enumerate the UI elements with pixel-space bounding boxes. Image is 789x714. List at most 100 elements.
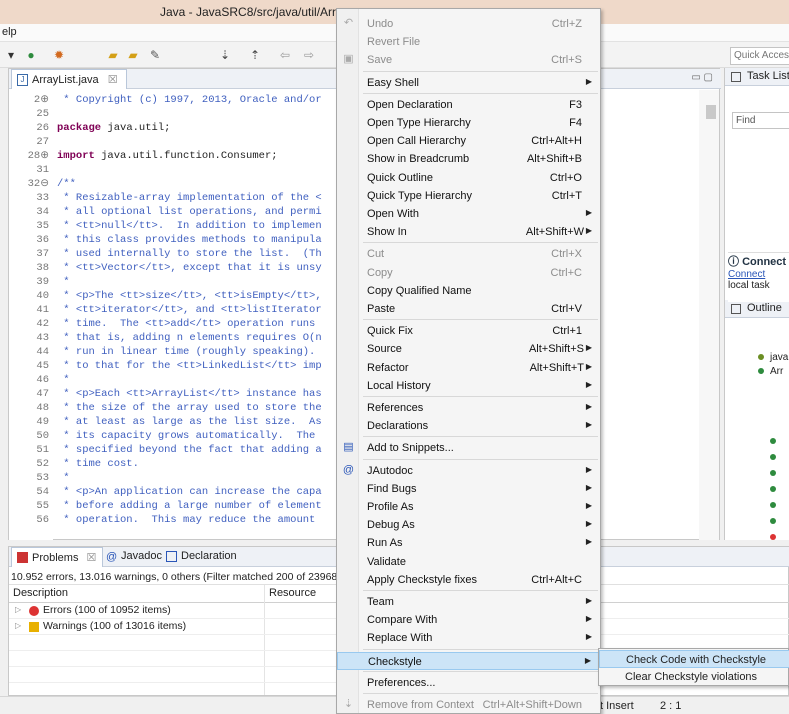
outline-java[interactable]: java xyxy=(770,352,788,363)
menu-item-jautodoc[interactable]: @ JAutodoc ▶ xyxy=(337,462,600,480)
submenu-arrow-icon: ▶ xyxy=(585,519,592,529)
remove-context-icon: ⇣ xyxy=(343,698,354,710)
tab-javadoc[interactable]: @ Javadoc xyxy=(101,547,168,567)
menu-item-label: Undo xyxy=(367,18,394,30)
menu-separator xyxy=(363,242,598,244)
tab-outline[interactable]: Outline xyxy=(725,300,789,318)
outline-label: Outline xyxy=(747,302,782,314)
menu-item-checkstyle[interactable]: Checkstyle ▶ xyxy=(337,651,600,670)
menu-item-preferences[interactable]: Preferences... xyxy=(337,674,600,692)
tab-arraylist[interactable]: J ArrayList.java ☒ xyxy=(11,69,127,89)
menu-item-run-as[interactable]: Run As ▶ xyxy=(337,534,600,552)
menu-item-label: Easy Shell xyxy=(367,76,419,89)
submenu-arrow-icon: ▶ xyxy=(585,596,592,605)
menu-item-cut[interactable]: Cut Ctrl+X xyxy=(337,245,600,263)
jautodoc-icon: @ xyxy=(342,463,355,476)
code-text: * xyxy=(57,472,70,484)
find-input[interactable]: Find xyxy=(732,112,789,129)
submenu-arrow-icon: ▶ xyxy=(584,655,591,665)
menu-item-find-bugs[interactable]: Find Bugs ▶ xyxy=(337,480,600,498)
vertical-scrollbar[interactable] xyxy=(699,90,719,540)
quick-access-input[interactable]: Quick Access xyxy=(730,47,789,65)
line-number: 28⊕ xyxy=(27,150,49,162)
expand-icon[interactable]: ▷ xyxy=(15,621,21,630)
line-number: 43 xyxy=(36,332,49,344)
menu-item-label: Add to Snippets... xyxy=(367,442,454,455)
annotation-prev-icon[interactable]: ⇡ xyxy=(246,47,264,63)
menu-item-label: Local History xyxy=(367,379,431,392)
menu-item-show-in[interactable]: Show In Alt+Shift+W ▶ xyxy=(337,223,600,241)
menu-item-copy-qualified-name[interactable]: Copy Qualified Name xyxy=(337,282,600,300)
menu-item-profile-as[interactable]: Profile As ▶ xyxy=(337,498,600,516)
menu-item-open-with[interactable]: Open With ▶ xyxy=(337,205,600,223)
menu-item-source[interactable]: Source Alt+Shift+S ▶ xyxy=(337,340,600,358)
menu-item-quick-type-hierarchy[interactable]: Quick Type Hierarchy Ctrl+T xyxy=(337,187,600,205)
col-resource[interactable]: Resource xyxy=(269,587,316,599)
menu-item-open-call-hierarchy[interactable]: Open Call Hierarchy Ctrl+Alt+H xyxy=(337,132,600,150)
code-text: * the size of the array used to store th… xyxy=(57,402,322,414)
menu-item-references[interactable]: References ▶ xyxy=(337,399,600,417)
back-icon[interactable]: ⇦ xyxy=(276,47,294,63)
menu-item-declarations[interactable]: Declarations ▶ xyxy=(337,417,600,435)
menu-item-label: Refactor xyxy=(367,361,409,374)
menu-item-validate[interactable]: Validate xyxy=(337,553,600,571)
menu-item-revert-file[interactable]: Revert File xyxy=(337,33,600,51)
run-icon[interactable]: ● xyxy=(22,47,40,63)
scrollbar-thumb[interactable] xyxy=(706,105,716,119)
menu-item-add-to-snippets[interactable]: ▤ Add to Snippets... xyxy=(337,439,600,457)
menu-item-open-declaration[interactable]: Open Declaration F3 xyxy=(337,96,600,114)
open-folder-icon[interactable]: ▰ xyxy=(104,47,122,63)
menu-item-show-in-breadcrumb[interactable]: Show in Breadcrumb Alt+Shift+B xyxy=(337,150,600,168)
minimize-maximize-icons[interactable]: ▭ ▢ xyxy=(691,72,713,83)
annotation-next-icon[interactable]: ⇣ xyxy=(216,47,234,63)
line-number: 47 xyxy=(36,388,49,400)
checkstyle-submenu: Check Code with Checkstyle Clear Checkst… xyxy=(598,648,789,686)
tab-problems[interactable]: Problems ☒ xyxy=(11,547,104,567)
close-icon[interactable]: ☒ xyxy=(87,552,97,564)
tab-problems-label: Problems xyxy=(32,552,79,564)
menu-item-save[interactable]: ▣ Save Ctrl+S xyxy=(337,51,600,69)
insert-mode: t Insert xyxy=(600,700,634,712)
menu-item-easy-shell[interactable]: Easy Shell ▶ xyxy=(337,74,600,92)
menu-item-label: Preferences... xyxy=(367,676,436,689)
menu-item-clear-violations[interactable]: Clear Checkstyle violations xyxy=(599,668,789,686)
menu-item-label: Cut xyxy=(367,248,385,261)
menu-item-apply-checkstyle-fixes[interactable]: Apply Checkstyle fixes Ctrl+Alt+C xyxy=(337,571,600,589)
outline-arr[interactable]: Arr xyxy=(770,366,783,377)
pencil-icon[interactable]: ✎ xyxy=(146,47,164,63)
forward-icon[interactable]: ⇨ xyxy=(300,47,318,63)
menu-help[interactable]: elp xyxy=(2,26,17,38)
menu-item-quick-outline[interactable]: Quick Outline Ctrl+O xyxy=(337,169,600,187)
menu-item-shortcut: Alt+Shift+B xyxy=(526,153,582,166)
line-number: 53 xyxy=(36,472,49,484)
menu-item-local-history[interactable]: Local History ▶ xyxy=(337,377,600,395)
menu-item-undo[interactable]: ↶ Undo Ctrl+Z xyxy=(337,15,600,33)
dropdown-arrow-icon[interactable]: ▾ xyxy=(2,47,20,63)
menu-item-paste[interactable]: Paste Ctrl+V xyxy=(337,300,600,318)
submenu-arrow-icon: ▶ xyxy=(585,208,592,217)
menu-item-open-type-hierarchy[interactable]: Open Type Hierarchy F4 xyxy=(337,114,600,132)
expand-icon[interactable]: ▷ xyxy=(15,605,21,614)
errors-row-label: Errors (100 of 10952 items) xyxy=(43,604,171,616)
menu-item-refactor[interactable]: Refactor Alt+Shift+T ▶ xyxy=(337,359,600,377)
new-folder-icon[interactable]: ▰ xyxy=(124,47,142,63)
tab-declaration[interactable]: Declaration xyxy=(161,547,243,567)
menu-item-team[interactable]: Team ▶ xyxy=(337,593,600,611)
menu-item-remove-from-context[interactable]: ⇣ Remove from Context Ctrl+Alt+Shift+Down xyxy=(337,696,600,714)
menu-item-compare-with[interactable]: Compare With ▶ xyxy=(337,611,600,629)
warning-icon xyxy=(29,622,39,632)
code-text: * operation. This may reduce the amount xyxy=(57,514,316,526)
menu-item-copy[interactable]: Copy Ctrl+C xyxy=(337,264,600,282)
close-icon[interactable]: ☒ xyxy=(108,74,118,86)
menu-separator xyxy=(363,590,598,591)
debug-icon[interactable]: ✹ xyxy=(50,47,68,63)
col-description[interactable]: Description xyxy=(13,587,68,599)
menu-item-debug-as[interactable]: Debug As ▶ xyxy=(337,516,600,534)
tab-task-list[interactable]: Task List xyxy=(725,68,789,86)
menu-item-quick-fix[interactable]: Quick Fix Ctrl+1 xyxy=(337,322,600,340)
connect-link[interactable]: Connect xyxy=(728,269,789,280)
connect-title: Connect xyxy=(742,256,787,268)
menu-item-replace-with[interactable]: Replace With ▶ xyxy=(337,629,600,647)
menu-item-check-code[interactable]: Check Code with Checkstyle xyxy=(599,650,789,668)
outline-icon xyxy=(731,304,741,314)
